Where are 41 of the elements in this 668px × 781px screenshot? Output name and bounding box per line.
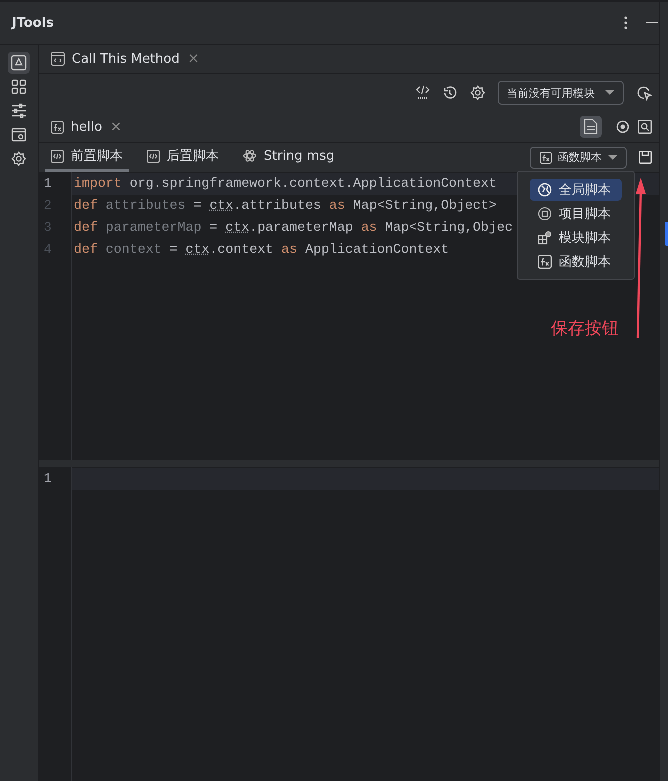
module-select[interactable]: 当前没有可用模块 — [498, 81, 624, 105]
menu-item[interactable]: 函数脚本 — [530, 251, 622, 273]
method-tab[interactable]: Call This Method — [51, 52, 180, 66]
caret-icon — [608, 154, 618, 160]
menu-item[interactable]: 模块脚本 — [530, 227, 622, 249]
atom-icon — [243, 149, 257, 163]
script-file-button[interactable] — [580, 116, 602, 138]
function-icon — [51, 120, 64, 134]
code-icon — [147, 150, 160, 162]
minimize-icon[interactable] — [646, 22, 658, 24]
code-line: def attributes = ctx.attributes as Map<String,Object> — [74, 198, 497, 213]
search-icon[interactable] — [638, 120, 652, 134]
panel-title: JTools — [12, 16, 56, 30]
target-icon[interactable] — [616, 120, 630, 134]
annotation-text: 保存按钮 — [551, 318, 619, 340]
line-number: 1 — [43, 175, 53, 193]
more-options-icon[interactable] — [624, 16, 628, 30]
settings-icon[interactable] — [470, 85, 486, 101]
script-tab[interactable]: 后置脚本 — [141, 143, 225, 172]
function-icon — [540, 152, 552, 164]
script-icon — [51, 52, 65, 66]
script-tab[interactable]: String msg — [237, 143, 341, 172]
refresh-icon[interactable] — [636, 85, 652, 101]
caret-icon — [605, 90, 615, 96]
script-tab[interactable]: hello — [51, 120, 102, 134]
history-icon[interactable] — [442, 85, 458, 101]
save-icon[interactable] — [639, 151, 652, 164]
script-type-select[interactable]: 函数脚本 — [530, 146, 627, 168]
menu-item[interactable]: 项目脚本 — [530, 203, 622, 225]
line-number: 1 — [43, 470, 53, 488]
sidebar-button[interactable] — [8, 52, 30, 74]
close-icon[interactable]: × — [188, 51, 200, 67]
function-icon — [538, 255, 552, 269]
code-icon — [51, 150, 64, 162]
project-icon — [538, 207, 552, 221]
module-icon — [538, 231, 552, 245]
code-line: def parameterMap = ctx.parameterMap as Map<String,Objec — [74, 220, 513, 235]
code-line: def context = ctx.context as ApplicationContext — [74, 242, 450, 257]
code-icon[interactable] — [416, 85, 430, 101]
code-line: import org.springframework.context.ApplicationContext — [74, 176, 497, 191]
close-icon[interactable]: × — [110, 119, 122, 135]
